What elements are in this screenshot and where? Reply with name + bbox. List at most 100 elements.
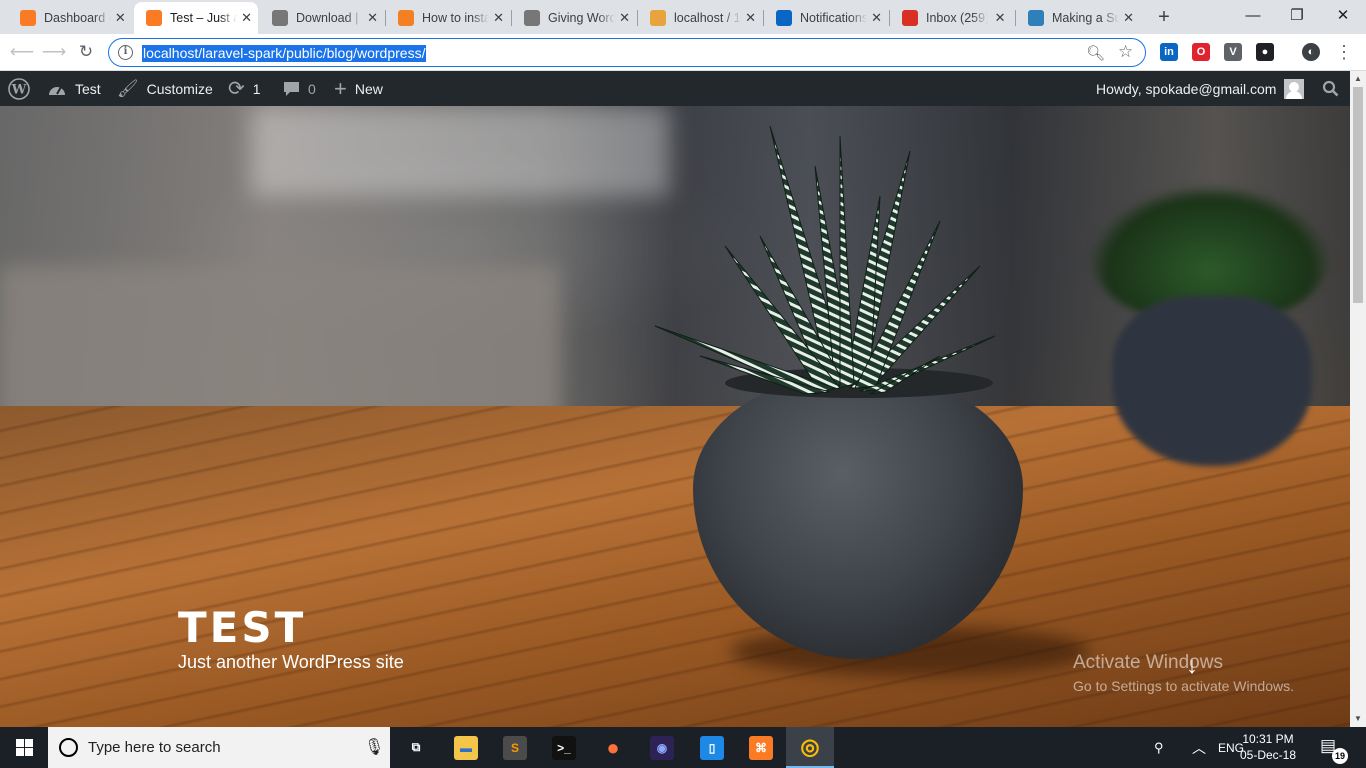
tab-separator — [637, 10, 638, 26]
page-scrollbar[interactable]: ▲ ▼ — [1350, 71, 1366, 727]
microphone-icon[interactable]: 🎙︎ — [364, 737, 384, 757]
plus-icon: + — [334, 75, 347, 101]
close-window-button[interactable]: ✕ — [1320, 0, 1366, 30]
bookmark-star-icon[interactable]: ☆ — [1118, 42, 1133, 62]
zoom-icon[interactable]: 🔍︎ — [1086, 44, 1105, 62]
start-button[interactable] — [0, 727, 48, 768]
browser-tab[interactable]: Test – Just another WordPress site✕ — [134, 2, 258, 34]
wordpress-logo-icon: W — [8, 77, 30, 100]
tab-close-icon[interactable]: ✕ — [367, 10, 378, 26]
scroll-down-button-icon[interactable]: ▼ — [1350, 711, 1366, 727]
new-content-menu[interactable]: + New — [334, 71, 383, 106]
tab-close-icon[interactable]: ✕ — [745, 10, 756, 26]
tray-chevron-up-icon[interactable]: ︿ — [1192, 727, 1206, 768]
browser-tab[interactable]: Download | WordPress.org ✕ — [260, 2, 384, 34]
site-tagline: Just another WordPress site — [178, 652, 404, 672]
eclipse-icon: ◉ — [650, 735, 674, 760]
tab-separator — [763, 10, 764, 26]
taskbar-app-button[interactable]: S — [491, 727, 539, 768]
browser-tab[interactable]: Making a Subdirectory✕ — [1016, 2, 1140, 34]
opera-vpn-icon[interactable]: O — [1192, 43, 1210, 61]
user-avatar — [1284, 78, 1305, 99]
new-tab-button[interactable]: + — [1152, 6, 1176, 28]
taskbar-app-button[interactable]: ◉ — [638, 727, 686, 768]
updates-link[interactable]: ⟳ 1 — [228, 71, 261, 106]
comments-link[interactable]: 0 — [283, 71, 316, 106]
color-picker-icon[interactable]: ● — [1256, 43, 1274, 61]
taskbar-app-button[interactable]: >_ — [540, 727, 588, 768]
tab-close-icon[interactable]: ✕ — [115, 10, 126, 26]
tab-separator — [511, 10, 512, 26]
tab-close-icon[interactable]: ✕ — [241, 10, 252, 26]
wordpress-icon — [524, 10, 540, 26]
chrome-menu-button[interactable]: ⋮ — [1332, 40, 1356, 64]
browser-tab[interactable]: Dashboard ‹ Test ✕ — [8, 2, 132, 34]
wp-logo-menu[interactable]: W — [8, 71, 30, 106]
scroll-up-arrow-icon[interactable]: ▲ — [1350, 71, 1366, 87]
chrome-icon: ◎ — [800, 733, 820, 759]
profile-avatar-icon[interactable]: ◐ — [1302, 43, 1320, 61]
taskbar-app-button[interactable]: ▬ — [442, 727, 490, 768]
watermark-line-1: Activate Windows — [1073, 652, 1223, 673]
reload-icon: ↻ — [78, 42, 94, 61]
maximize-button[interactable]: ❐ — [1274, 0, 1320, 30]
forward-button[interactable]: ⟶ — [42, 40, 66, 64]
tab-separator — [889, 10, 890, 26]
my-account-menu[interactable]: Howdy, spokade@gmail.com — [1096, 71, 1305, 106]
browser-tab[interactable]: Inbox (259) ✕ — [890, 2, 1014, 34]
tab-label: Making a Subdirectory — [1052, 11, 1120, 25]
people-icon[interactable]: ⚲ — [1154, 727, 1164, 768]
browser-tab[interactable]: localhost / 127.0.0.1 ✕ — [638, 2, 762, 34]
customize-link[interactable]: 🖌︎ Customize — [117, 71, 213, 106]
address-bar[interactable]: i localhost/laravel-spark/public/blog/wo… — [108, 38, 1146, 67]
reload-button[interactable]: ↻ — [74, 40, 98, 64]
url-text[interactable]: localhost/laravel-spark/public/blog/word… — [142, 45, 427, 62]
tab-strip: Dashboard ‹ Test✕Test – Just another Wor… — [0, 0, 1366, 34]
watermark-line-2: Go to Settings to activate Windows. — [1073, 678, 1294, 694]
scroll-down-arrow-icon[interactable]: ↓ — [1186, 652, 1198, 680]
browser-tab[interactable]: How to install WordPress✕ — [386, 2, 510, 34]
cortana-icon — [59, 738, 78, 757]
terminal-icon: >_ — [552, 735, 576, 760]
taskbar-app-button[interactable]: ▯ — [688, 727, 736, 768]
succulent-plant — [654, 126, 996, 395]
tab-close-icon[interactable]: ✕ — [1123, 10, 1134, 26]
tab-label: localhost / 127.0.0.1 — [674, 11, 741, 25]
scrollbar-thumb[interactable] — [1353, 87, 1363, 303]
taskbar-app-button[interactable]: ⧉ — [392, 727, 440, 768]
site-name-menu[interactable]: Test — [47, 71, 101, 106]
windows-logo-icon — [15, 739, 33, 756]
linkedin-extension-icon[interactable]: in — [1160, 43, 1178, 61]
notepad-icon: ▯ — [700, 735, 724, 760]
browser-tab[interactable]: Giving WordPress Its Own Directory✕ — [512, 2, 636, 34]
minimize-button[interactable]: — — [1230, 0, 1276, 30]
vimium-icon[interactable]: V — [1224, 43, 1242, 61]
tab-close-icon[interactable]: ✕ — [493, 10, 504, 26]
dashboard-gauge-icon — [47, 81, 67, 97]
tab-close-icon[interactable]: ✕ — [992, 10, 1008, 26]
taskbar-search-box[interactable]: Type here to search 🎙︎ — [48, 727, 390, 768]
tab-separator — [385, 10, 386, 26]
arrow-right-icon: ⟶ — [41, 42, 67, 61]
notification-count-badge: 19 — [1332, 748, 1348, 764]
back-button[interactable]: ⟵ — [10, 40, 34, 64]
updates-count: 1 — [252, 80, 261, 97]
new-label: New — [354, 80, 383, 97]
tab-close-icon[interactable]: ✕ — [871, 10, 882, 26]
taskbar-app-button[interactable]: ◎ — [786, 727, 834, 768]
taskbar-app-button[interactable]: ⌘ — [737, 727, 785, 768]
taskbar-app-button[interactable]: ● — [589, 727, 637, 768]
browser-toolbar: ⟵ ⟶ ↻ i localhost/laravel-spark/public/b… — [0, 34, 1366, 71]
clock-date: 05-Dec-18 — [1239, 748, 1297, 762]
comment-bubble-icon — [283, 81, 300, 97]
site-info-icon[interactable]: i — [118, 45, 133, 60]
browser-tab[interactable]: Notifications | LinkedIn✕ — [764, 2, 888, 34]
tab-label: Notifications | LinkedIn — [800, 11, 868, 25]
paintbrush-icon: 🖌︎ — [117, 78, 139, 98]
admin-search[interactable] — [1322, 71, 1347, 106]
tab-label: Test – Just another WordPress site — [170, 11, 238, 25]
tab-close-icon[interactable]: ✕ — [619, 10, 630, 26]
site-title[interactable]: TEST — [178, 603, 306, 652]
system-clock[interactable]: 10:31 PM 05-Dec-18 — [1238, 731, 1298, 763]
customize-label: Customize — [146, 80, 213, 97]
